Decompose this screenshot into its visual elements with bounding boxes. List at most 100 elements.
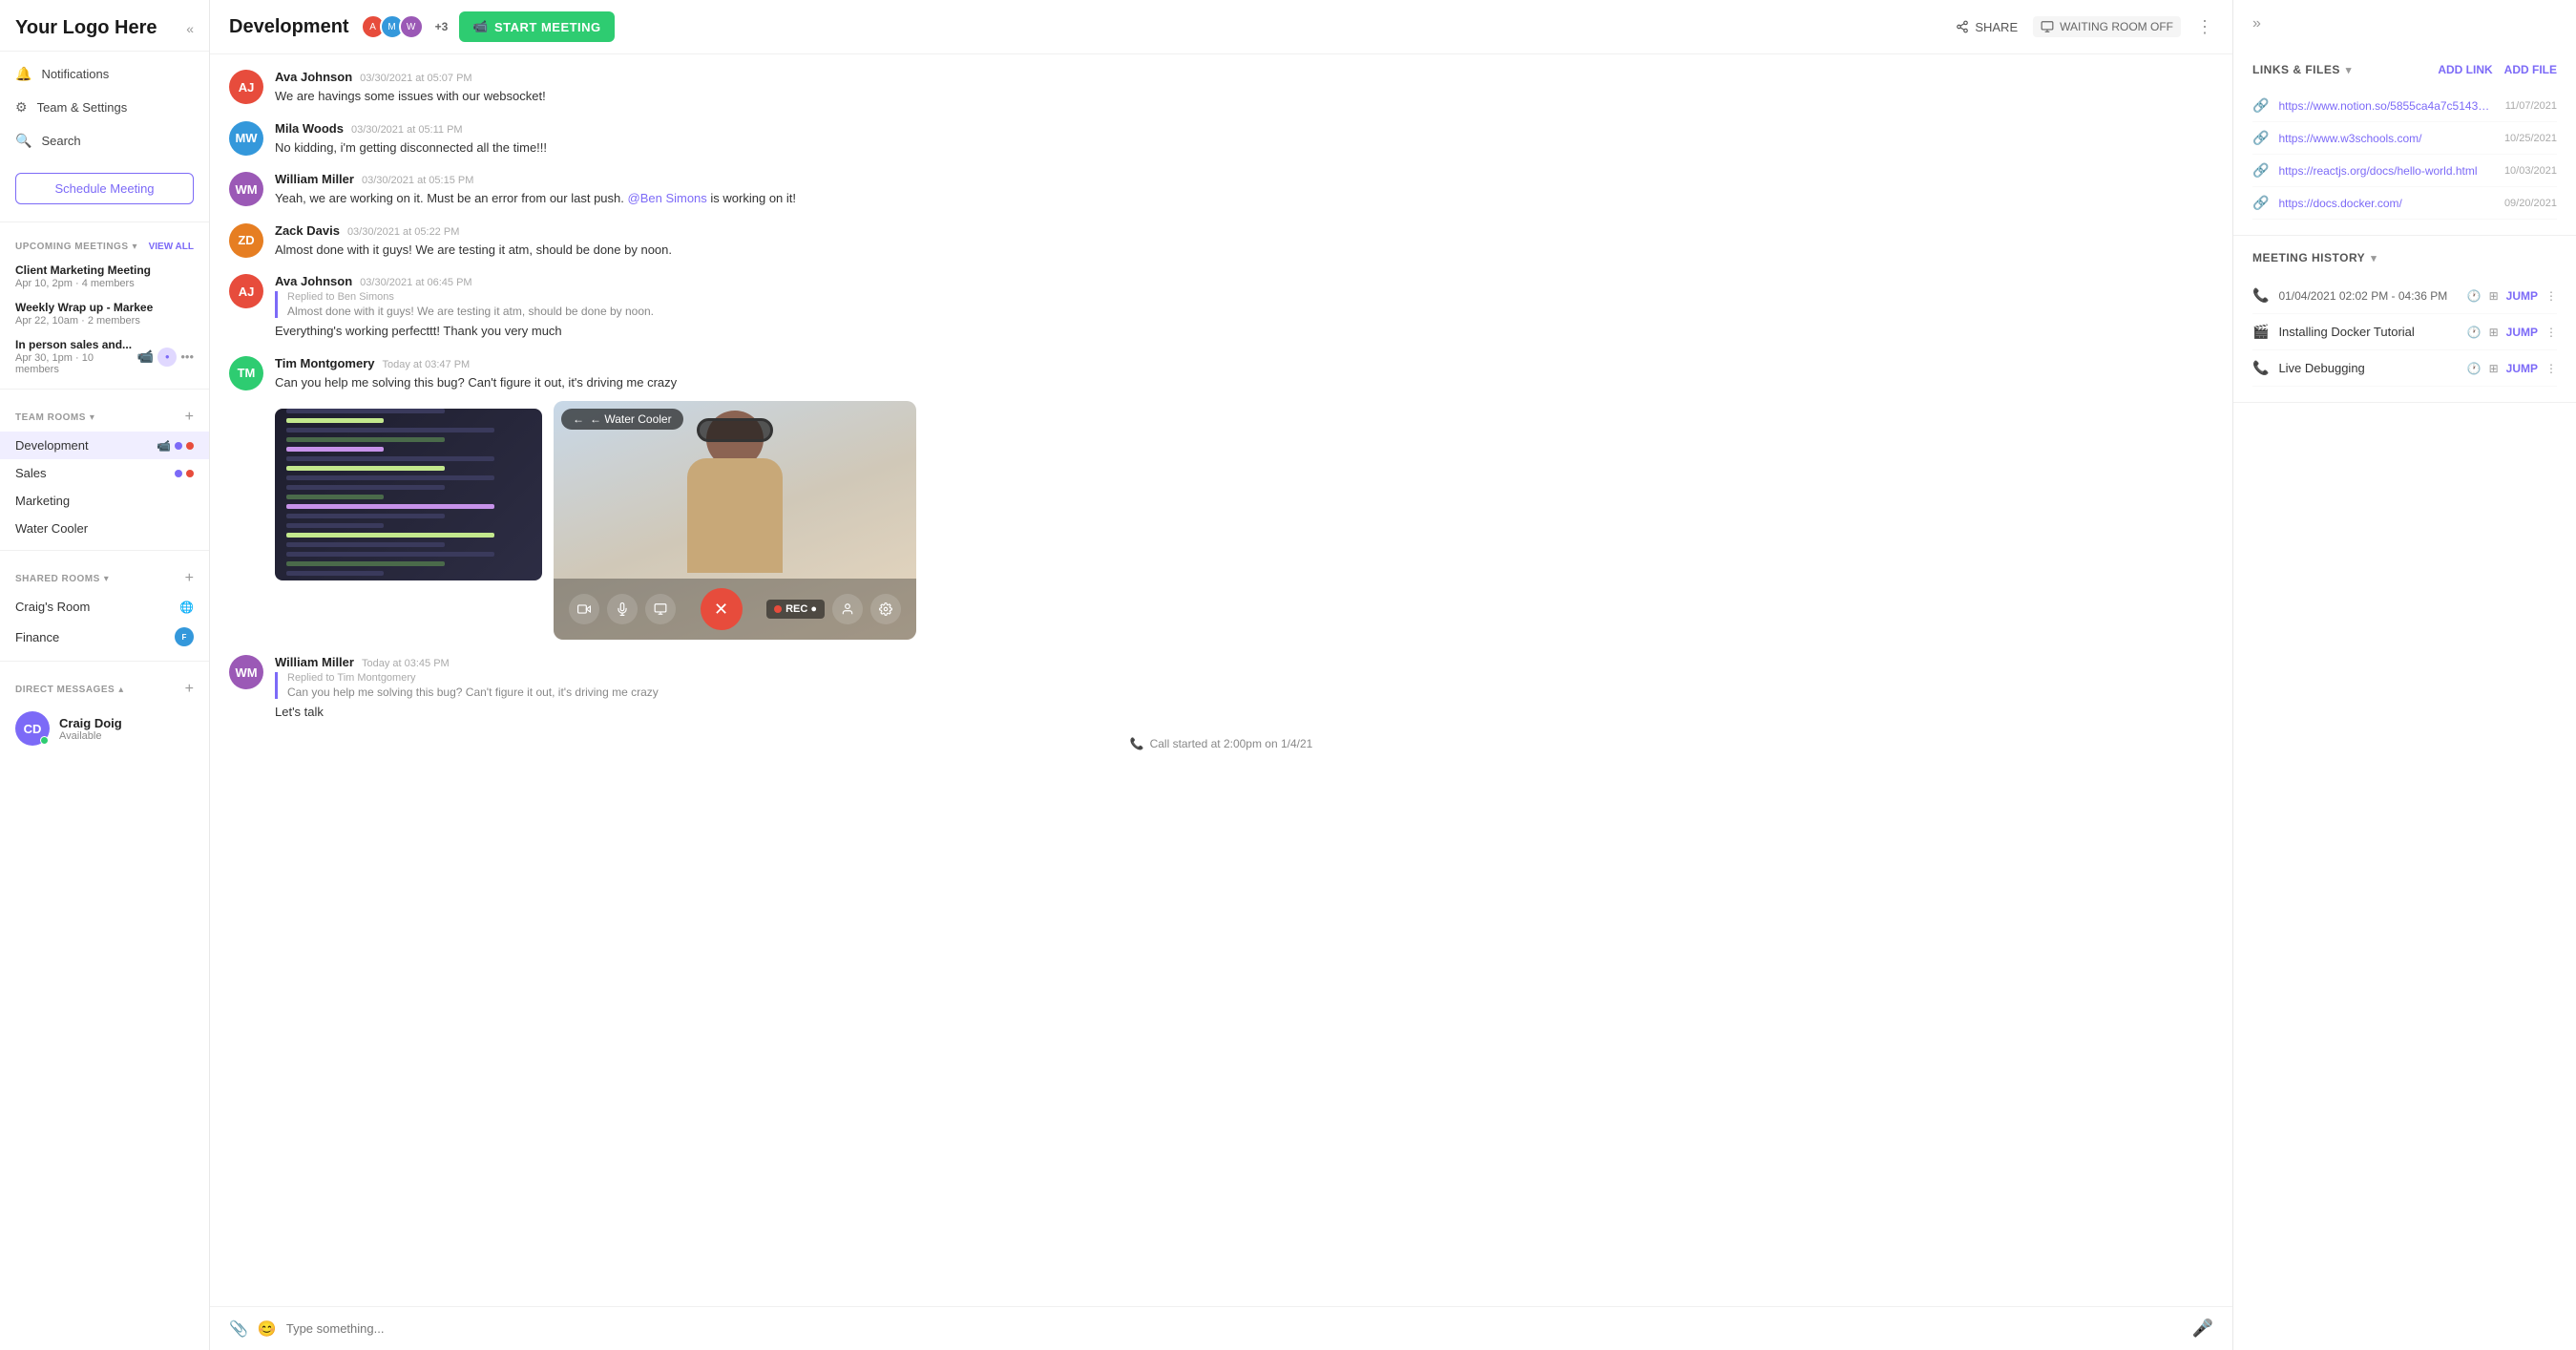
meeting-item[interactable]: In person sales and... Apr 30, 1pm · 10 … <box>0 332 209 381</box>
shared-rooms-chevron[interactable]: ▾ <box>104 574 109 584</box>
links-chevron-icon[interactable]: ▾ <box>2346 64 2352 76</box>
call-status: 📞 Call started at 2:00pm on 1/4/21 <box>229 737 2213 750</box>
message-author: Ava Johnson <box>275 274 352 288</box>
jump-button[interactable]: JUMP <box>2506 362 2538 375</box>
messages-area: AJ Ava Johnson 03/30/2021 at 05:07 PM We… <box>210 54 2232 1306</box>
add-shared-room-button[interactable]: + <box>185 570 194 587</box>
add-team-room-button[interactable]: + <box>185 409 194 426</box>
waiting-room-toggle[interactable]: WAITING ROOM OFF <box>2033 16 2181 37</box>
emoji-icon[interactable]: 😊 <box>258 1319 277 1339</box>
toggle-mic-button[interactable] <box>607 594 638 624</box>
history-title: Installing Docker Tutorial <box>2278 325 2457 339</box>
room-item-water-cooler[interactable]: Water Cooler <box>0 515 209 542</box>
settings-button[interactable] <box>870 594 901 624</box>
share-button[interactable]: SHARE <box>1956 20 2018 34</box>
team-rooms-chevron[interactable]: ▾ <box>90 412 94 423</box>
team-rooms-header: TEAM ROOMS ▾ + <box>0 397 209 432</box>
attachment-icon[interactable]: 📎 <box>229 1319 248 1339</box>
team-settings-label: Team & Settings <box>37 100 128 115</box>
link-url[interactable]: https://www.w3schools.com/ <box>2278 132 2495 145</box>
more-options-icon[interactable]: ⋮ <box>2196 17 2213 37</box>
upcoming-chevron-icon[interactable]: ▾ <box>133 242 137 252</box>
sidebar-header: Your Logo Here « <box>0 0 209 52</box>
more-icon[interactable]: ••• <box>180 349 194 364</box>
message-text: No kidding, i'm getting disconnected all… <box>275 138 2213 158</box>
collapse-icon[interactable]: « <box>186 21 194 36</box>
chat-header: Development A M W +3 📹 START MEETING SHA… <box>210 0 2232 54</box>
clock-icon[interactable]: 🕐 <box>2467 326 2482 339</box>
waiting-room-label: WAITING ROOM OFF <box>2060 20 2173 33</box>
message-text: Let's talk <box>275 703 2213 722</box>
history-date: 01/04/2021 02:02 PM - 04:36 PM <box>2278 289 2447 303</box>
history-chevron-icon[interactable]: ▾ <box>2371 252 2377 264</box>
more-icon[interactable]: ⋮ <box>2545 326 2557 339</box>
water-cooler-pill[interactable]: ← ← Water Cooler <box>561 409 683 430</box>
mic-input-icon[interactable]: 🎤 <box>2192 1318 2213 1339</box>
more-icon[interactable]: ⋮ <box>2545 289 2557 303</box>
mention[interactable]: @Ben Simons <box>628 191 707 205</box>
sidebar-item-search[interactable]: 🔍 Search <box>0 124 209 158</box>
grid-icon[interactable]: ⊞ <box>2489 362 2499 375</box>
jump-button[interactable]: JUMP <box>2506 326 2538 339</box>
schedule-meeting-button[interactable]: Schedule Meeting <box>15 173 194 204</box>
gear-icon: ⚙ <box>15 99 28 116</box>
add-dm-button[interactable]: + <box>185 681 194 698</box>
screenshare-button[interactable] <box>645 594 676 624</box>
reply-to: Replied to Ben Simons <box>287 291 2213 303</box>
avatar: WM <box>229 172 263 206</box>
finance-avatar: F <box>175 627 194 646</box>
message-3: WM William Miller 03/30/2021 at 05:15 PM… <box>229 172 2213 208</box>
end-call-button[interactable]: ✕ <box>701 588 743 630</box>
room-name: Water Cooler <box>15 521 88 536</box>
jump-button[interactable]: JUMP <box>2506 289 2538 303</box>
room-name: Finance <box>15 630 59 644</box>
chat-input-area: 📎 😊 🎤 <box>210 1306 2232 1350</box>
room-item-marketing[interactable]: Marketing <box>0 487 209 515</box>
clock-icon[interactable]: 🕐 <box>2467 289 2482 303</box>
add-person-button[interactable] <box>832 594 863 624</box>
recording-badge: REC ● <box>766 600 825 619</box>
message-author: Tim Montgomery <box>275 356 375 370</box>
start-meeting-button[interactable]: 📹 START MEETING <box>459 11 614 42</box>
video-controls: ✕ REC ● <box>554 579 916 640</box>
add-link-button[interactable]: ADD LINK <box>2438 63 2492 76</box>
expand-icon[interactable]: » <box>2252 15 2261 32</box>
message-time: 03/30/2021 at 05:11 PM <box>351 124 463 136</box>
link-icon: 🔗 <box>2252 130 2269 146</box>
avatar: AJ <box>229 274 263 308</box>
more-icon[interactable]: ⋮ <box>2545 362 2557 375</box>
link-url[interactable]: https://docs.docker.com/ <box>2278 197 2495 210</box>
avatar: MW <box>229 121 263 156</box>
links-files-title: LINKS & FILES ▾ <box>2252 63 2352 76</box>
dm-item-craig-doig[interactable]: CD Craig Doig Available <box>0 704 209 753</box>
meeting-item[interactable]: Weekly Wrap up - Markee Apr 22, 10am · 2… <box>0 295 209 332</box>
room-item-finance[interactable]: Finance F <box>0 621 209 653</box>
dm-header: DIRECT MESSAGES ▴ + <box>0 669 209 704</box>
dm-title: DIRECT MESSAGES <box>15 685 115 695</box>
add-file-button[interactable]: ADD FILE <box>2504 63 2557 76</box>
clock-icon[interactable]: 🕐 <box>2467 362 2482 375</box>
shared-rooms-title: SHARED ROOMS <box>15 574 100 584</box>
message-input[interactable] <box>286 1321 2183 1336</box>
video-camera-icon: 📹 <box>472 19 489 34</box>
rec-dot <box>774 605 782 613</box>
dm-chevron[interactable]: ▴ <box>118 685 123 695</box>
link-url[interactable]: https://reactjs.org/docs/hello-world.htm… <box>2278 164 2495 178</box>
notifications-label: Notifications <box>41 67 109 81</box>
room-item-development[interactable]: Development 📹 <box>0 432 209 459</box>
room-item-sales[interactable]: Sales <box>0 459 209 487</box>
link-url[interactable]: https://www.notion.so/5855ca4a7c51438687… <box>2278 99 2495 113</box>
toggle-video-button[interactable] <box>569 594 599 624</box>
grid-icon[interactable]: ⊞ <box>2489 326 2499 339</box>
view-all-button[interactable]: VIEW ALL <box>149 242 194 252</box>
sidebar-item-team-settings[interactable]: ⚙ Team & Settings <box>0 91 209 124</box>
message-time: 03/30/2021 at 05:15 PM <box>362 175 473 186</box>
room-item-craigs-room[interactable]: Craig's Room 🌐 <box>0 593 209 621</box>
message-time: 03/30/2021 at 05:22 PM <box>347 226 459 238</box>
meeting-item[interactable]: Client Marketing Meeting Apr 10, 2pm · 4… <box>0 258 209 295</box>
grid-icon[interactable]: ⊞ <box>2489 289 2499 303</box>
message-text: Yeah, we are working on it. Must be an e… <box>275 189 2213 208</box>
member-dot <box>186 470 194 477</box>
sidebar-item-notifications[interactable]: 🔔 Notifications <box>0 57 209 91</box>
video-frame: ✕ REC ● <box>554 401 916 640</box>
